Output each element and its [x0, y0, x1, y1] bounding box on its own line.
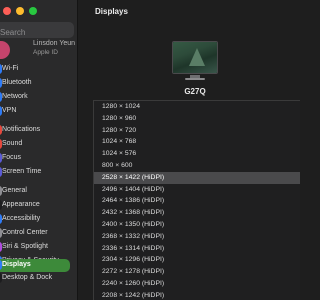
- display-preview-icon[interactable]: [172, 41, 218, 74]
- sidebar-item-vpn[interactable]: VPN: [0, 105, 77, 118]
- sidebar: Linsdon Yeun Apple ID Wi-Fi Bluetooth Netw…: [0, 0, 78, 300]
- display-name: G27Q: [184, 87, 206, 96]
- sidebar-item-network[interactable]: Network: [0, 91, 77, 104]
- sidebar-item-label: Sound: [2, 140, 23, 147]
- sidebar-item-label: Notifications: [2, 126, 41, 133]
- sidebar-item-label: Appearance: [2, 201, 40, 208]
- sidebar-item-label: General: [2, 187, 27, 194]
- sidebar-item-bluetooth[interactable]: Bluetooth: [0, 77, 77, 90]
- sidebar-item-label: Bluetooth: [2, 79, 32, 86]
- sidebar-item-control-center[interactable]: Control Center: [0, 227, 77, 240]
- avatar: [0, 41, 10, 59]
- close-window-button[interactable]: [3, 7, 11, 15]
- monitor-base: [185, 78, 205, 80]
- resolution-option[interactable]: 2368 × 1332 (HiDPI): [94, 231, 300, 243]
- resolution-list[interactable]: 1280 × 1024 1280 × 960 1280 × 720 1024 × 76…: [93, 100, 300, 300]
- zoom-window-button[interactable]: [29, 7, 37, 15]
- minimize-window-button[interactable]: [16, 7, 24, 15]
- sidebar-item-wi-fi[interactable]: Wi-Fi: [0, 63, 77, 76]
- resolution-option[interactable]: 1280 × 1024: [94, 101, 300, 113]
- resolution-option[interactable]: 1024 × 768: [94, 136, 300, 148]
- resolution-option[interactable]: 1024 × 576: [94, 148, 300, 160]
- sidebar-item-label: Screen Time: [2, 168, 42, 175]
- resolution-option[interactable]: 1280 × 960: [94, 113, 300, 125]
- sidebar-item-label: Focus: [2, 154, 22, 161]
- resolution-option[interactable]: 2400 × 1350 (HiDPI): [94, 219, 300, 231]
- resolution-option[interactable]: 2304 × 1296 (HiDPI): [94, 254, 300, 266]
- sidebar-item-siri-spotlight[interactable]: Siri & Spotlight: [0, 241, 77, 254]
- sidebar-item-sound[interactable]: Sound: [0, 138, 77, 151]
- sidebar-item-appearance[interactable]: Appearance: [0, 199, 77, 212]
- account-subtitle: Apple ID: [33, 49, 58, 56]
- sidebar-item-label: Control Center: [2, 229, 48, 236]
- resolution-option[interactable]: 2336 × 1314 (HiDPI): [94, 243, 300, 255]
- resolution-option[interactable]: 2496 × 1404 (HiDPI): [94, 184, 300, 196]
- resolution-option[interactable]: 1280 × 720: [94, 125, 300, 137]
- sidebar-item-general[interactable]: General: [0, 185, 77, 198]
- apple-id-account[interactable]: Linsdon Yeun Apple ID: [0, 40, 77, 60]
- sidebar-item-label: Siri & Spotlight: [2, 243, 48, 250]
- sidebar-item-desktop-dock[interactable]: Desktop & Dock: [0, 272, 77, 285]
- sidebar-item-label: Displays: [2, 261, 31, 268]
- resolution-option[interactable]: 2240 × 1260 (HiDPI): [94, 278, 300, 290]
- resolution-option[interactable]: 2272 × 1278 (HiDPI): [94, 266, 300, 278]
- search-input[interactable]: [0, 24, 74, 41]
- sidebar-item-label: Desktop & Dock: [2, 274, 53, 281]
- sidebar-item-label: Wi-Fi: [2, 65, 19, 72]
- sidebar-item-focus[interactable]: Focus: [0, 152, 77, 165]
- sidebar-item-label: Accessibility: [2, 215, 41, 222]
- resolution-option[interactable]: 2432 × 1368 (HiDPI): [94, 207, 300, 219]
- resolution-option[interactable]: 2528 × 1422 (HiDPI): [94, 171, 300, 184]
- sidebar-item-displays[interactable]: Displays: [0, 259, 70, 272]
- sidebar-item-label: Network: [2, 93, 28, 100]
- account-name: Linsdon Yeun: [33, 40, 76, 47]
- resolution-option[interactable]: 800 × 600: [94, 160, 300, 172]
- window-controls: [3, 7, 37, 15]
- displays-pane: Displays G27Q 1280 × 1024 1280 × 960 1280 …: [79, 0, 300, 300]
- sidebar-item-accessibility[interactable]: Accessibility: [0, 213, 77, 226]
- search-field[interactable]: [0, 22, 74, 41]
- wallpaper-peak: [189, 48, 205, 66]
- page-title: Displays: [95, 7, 128, 16]
- resolution-option[interactable]: 2208 × 1242 (HiDPI): [94, 290, 300, 300]
- sidebar-item-notifications[interactable]: Notifications: [0, 124, 77, 137]
- sidebar-item-label: VPN: [2, 107, 17, 114]
- sidebar-item-screen-time[interactable]: Screen Time: [0, 166, 77, 179]
- resolution-option[interactable]: 2464 × 1386 (HiDPI): [94, 195, 300, 207]
